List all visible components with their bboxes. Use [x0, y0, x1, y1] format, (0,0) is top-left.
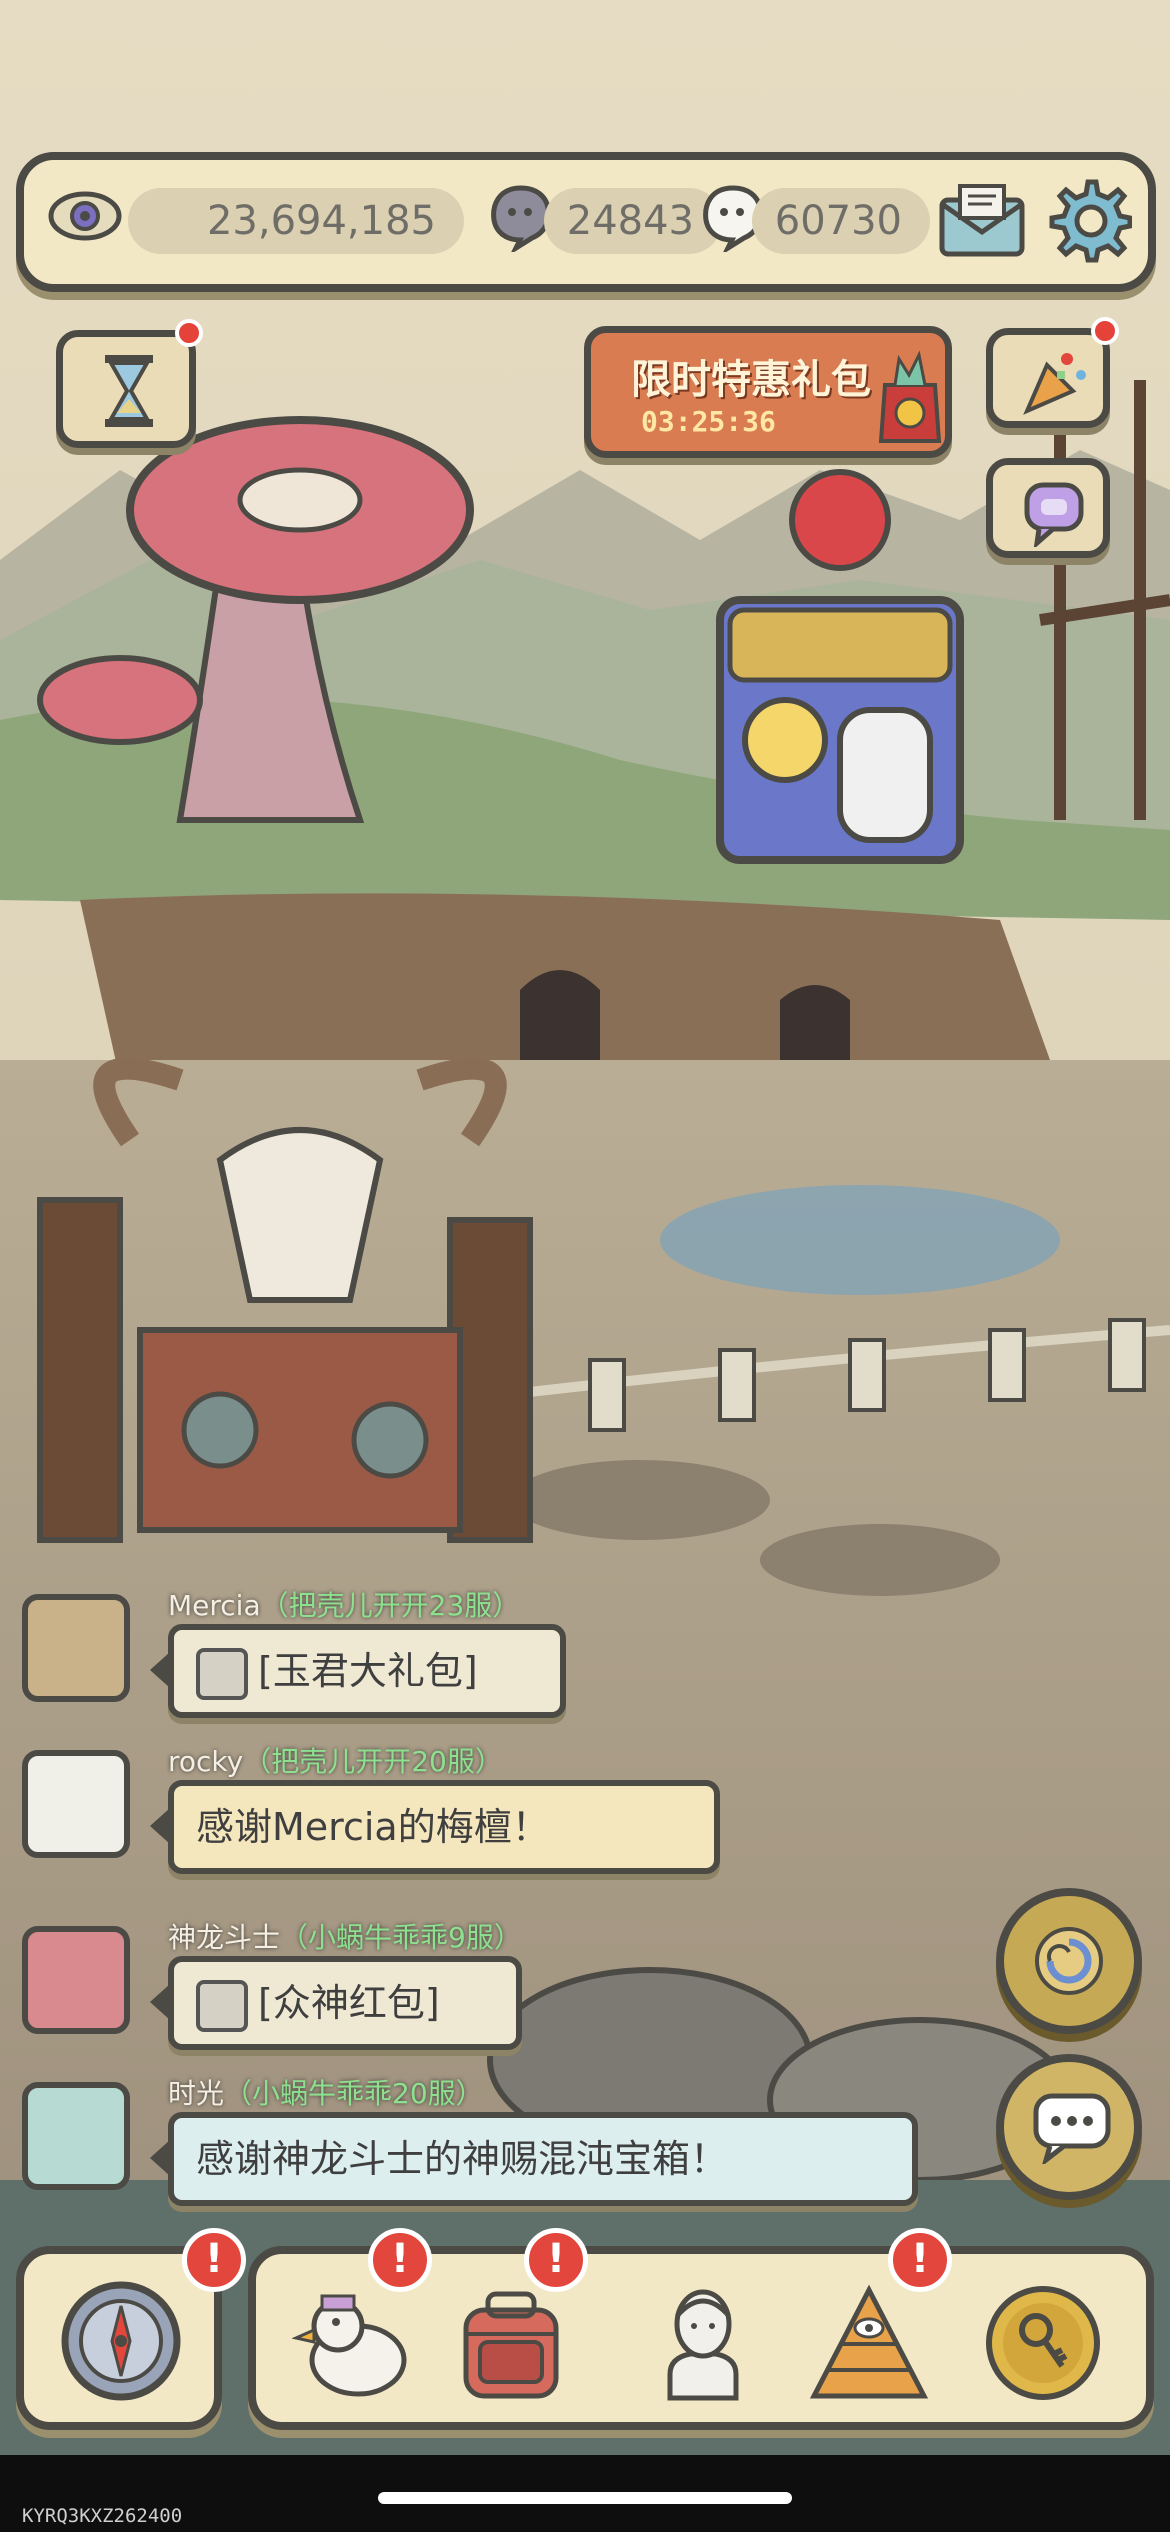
eye-currency-value: 23,694,185 [128, 188, 464, 254]
mail-icon[interactable] [936, 180, 1028, 260]
eye-icon [48, 186, 122, 246]
chat-username: 神龙斗士（小蜗牛乖乖9服） [168, 1916, 522, 1956]
avatar[interactable] [22, 2082, 130, 2190]
bubble-tail [150, 1984, 170, 2020]
gear-icon[interactable] [1044, 176, 1133, 264]
chat-message: 感谢Mercia的梅檀！ [196, 1805, 550, 1849]
bubble-tail [150, 1652, 170, 1688]
bubble-tail [150, 2140, 170, 2176]
duck-icon[interactable] [291, 2280, 418, 2406]
swirl-icon [1032, 1924, 1106, 1998]
avatar[interactable] [22, 1926, 130, 2034]
chat-shortcut-button[interactable] [986, 458, 1110, 558]
chat-bubble[interactable]: 感谢神龙斗士的神赐混沌宝箱！ [150, 2112, 918, 2206]
chat-message: 感谢神龙斗士的神赐混沌宝箱！ [196, 2137, 729, 2181]
username-text: rocky [168, 1745, 244, 1778]
server-tag: （把壳儿开开23服） [260, 1589, 521, 1622]
notification-dot [175, 319, 203, 347]
home-indicator[interactable] [378, 2492, 792, 2504]
pyramid-eye-icon[interactable] [806, 2280, 932, 2406]
alert-badge: ! [182, 2228, 246, 2292]
swirl-button[interactable] [996, 1888, 1142, 2034]
chat-bubble-icon [1019, 477, 1089, 550]
alert-badge: ! [368, 2228, 432, 2292]
alert-badge: ! [524, 2228, 588, 2292]
compass-icon[interactable] [56, 2276, 186, 2406]
white-bubble-value: 60730 [752, 188, 930, 254]
chat-message: [玉君大礼包] [258, 1649, 478, 1693]
chat-username: rocky（把壳儿开开20服） [168, 1740, 503, 1780]
speech-icon [1032, 2092, 1112, 2167]
chat-open-button[interactable] [996, 2054, 1142, 2200]
bubble-tail [150, 1808, 170, 1844]
gift-card-icon [196, 1647, 248, 1700]
gift-bag-icon [875, 345, 945, 445]
limited-offer-button[interactable]: 限时特惠礼包 03:25:36 [584, 326, 952, 458]
bottom-nav: ! ! ! [248, 2228, 1154, 2430]
party-popper-icon [1017, 345, 1093, 421]
offer-title: 限时特惠礼包 [631, 357, 871, 403]
offer-timer: 03:25:36 [641, 405, 776, 438]
username-text: 神龙斗士 [168, 1921, 281, 1954]
hourglass-icon [99, 351, 159, 431]
notification-dot [1091, 317, 1119, 345]
username-text: 时光 [168, 2077, 225, 2110]
statue-icon[interactable] [640, 2280, 766, 2406]
avatar[interactable] [22, 1750, 130, 1858]
watermark-text: KYRQ3KXZ262400 [22, 2505, 183, 2527]
gray-bubble-value: 24843 [544, 188, 722, 254]
chat-bubble[interactable]: 感谢Mercia的梅檀！ [150, 1780, 720, 1874]
alert-badge: ! [888, 2228, 952, 2292]
key-coin-icon[interactable] [980, 2280, 1106, 2406]
chat-username: 时光（小蜗牛乖乖20服） [168, 2072, 484, 2112]
backpack-icon[interactable] [448, 2280, 574, 2406]
hourglass-button[interactable] [56, 319, 203, 448]
server-tag: （小蜗牛乖乖20服） [224, 2077, 484, 2110]
avatar[interactable] [22, 1594, 130, 1702]
gift-card-icon [196, 1979, 248, 2032]
chat-bubble[interactable]: [众神红包] [150, 1956, 522, 2050]
chat-message: [众神红包] [258, 1981, 440, 2025]
compass-panel: ! [16, 2228, 246, 2430]
chat-username: Mercia（把壳儿开开23服） [168, 1584, 520, 1624]
server-tag: （把壳儿开开20服） [243, 1745, 503, 1778]
username-text: Mercia [168, 1589, 261, 1622]
chat-bubble[interactable]: [玉君大礼包] [150, 1624, 566, 1718]
server-tag: （小蜗牛乖乖9服） [280, 1921, 522, 1954]
party-button[interactable] [986, 317, 1119, 428]
resource-bar: 23,694,185 24843 60730 [16, 152, 1156, 292]
